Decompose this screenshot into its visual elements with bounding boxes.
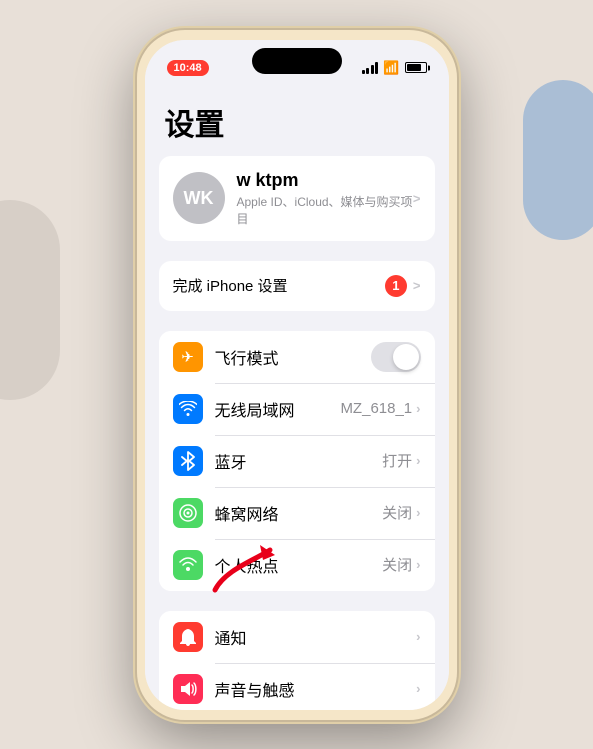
toggle-knob <box>393 344 419 370</box>
connectivity-section: ✈ 飞行模式 <box>145 331 449 591</box>
airplane-mode-row[interactable]: ✈ 飞行模式 <box>159 331 435 383</box>
notifications-icon-wrap <box>173 622 203 652</box>
cellular-row[interactable]: 蜂窝网络 关闭 › <box>159 487 435 539</box>
system-section: 通知 › 声音与触感 › <box>145 611 449 710</box>
bell-icon <box>179 627 197 647</box>
airplane-icon-wrap: ✈ <box>173 342 203 372</box>
bluetooth-value: 打开 <box>382 450 412 471</box>
bg-decoration-left <box>0 200 60 400</box>
sound-label: 声音与触感 <box>215 677 417 701</box>
avatar: WK <box>173 172 225 224</box>
cellular-chevron: › <box>416 505 420 520</box>
setup-row[interactable]: 完成 iPhone 设置 1 > <box>159 261 435 311</box>
dynamic-island <box>252 48 342 74</box>
status-bar: 10:48 📶 <box>145 40 449 84</box>
wifi-value: MZ_618_1 <box>340 400 412 417</box>
profile-row[interactable]: WK w ktpm Apple ID、iCloud、媒体与购买项目 > <box>159 156 435 241</box>
cellular-label: 蜂窝网络 <box>215 501 383 525</box>
status-time: 10:48 <box>167 60 209 76</box>
wifi-icon-wrap <box>173 394 203 424</box>
page-title: 设置 <box>145 84 449 156</box>
bg-decoration-right <box>523 80 593 240</box>
bluetooth-row[interactable]: 蓝牙 打开 › <box>159 435 435 487</box>
sound-icon-wrap <box>173 674 203 704</box>
bluetooth-chevron: › <box>416 453 420 468</box>
setup-label: 完成 iPhone 设置 <box>173 275 385 296</box>
sound-chevron: › <box>416 681 420 696</box>
signal-icon <box>362 62 379 74</box>
hotspot-row[interactable]: 个人热点 关闭 › <box>159 539 435 591</box>
wifi-chevron: › <box>416 401 420 416</box>
bluetooth-icon-wrap <box>173 446 203 476</box>
setup-chevron: > <box>413 278 421 293</box>
connectivity-card: ✈ 飞行模式 <box>159 331 435 591</box>
airplane-icon: ✈ <box>181 348 194 366</box>
hotspot-value: 关闭 <box>382 554 412 575</box>
setup-badge: 1 <box>385 275 407 297</box>
notifications-row[interactable]: 通知 › <box>159 611 435 663</box>
hotspot-icon-wrap <box>173 550 203 580</box>
wifi-row[interactable]: 无线局域网 MZ_618_1 › <box>159 383 435 435</box>
cellular-icon <box>178 503 198 523</box>
hotspot-label: 个人热点 <box>215 553 383 577</box>
status-icons: 📶 <box>362 60 427 76</box>
profile-chevron: > <box>413 191 421 206</box>
cellular-icon-wrap <box>173 498 203 528</box>
wifi-icon: 📶 <box>383 60 399 76</box>
airplane-toggle[interactable] <box>371 342 421 372</box>
sound-icon <box>178 679 198 699</box>
airplane-label: 飞行模式 <box>215 345 371 369</box>
notifications-label: 通知 <box>215 625 417 649</box>
profile-subtitle: Apple ID、iCloud、媒体与购买项目 <box>237 193 413 227</box>
settings-content[interactable]: 设置 WK w ktpm Apple ID、iCloud、媒体与购买项目 > 完… <box>145 84 449 710</box>
cellular-value: 关闭 <box>382 502 412 523</box>
bluetooth-icon <box>181 451 195 471</box>
battery-icon <box>405 62 427 73</box>
phone-screen: 10:48 📶 设置 WK <box>145 40 449 710</box>
bluetooth-label: 蓝牙 <box>215 449 383 473</box>
notifications-chevron: › <box>416 629 420 644</box>
wifi-symbol <box>179 401 197 417</box>
phone-shell: 10:48 📶 设置 WK <box>137 30 457 720</box>
sound-row[interactable]: 声音与触感 › <box>159 663 435 710</box>
wifi-label: 无线局域网 <box>215 397 341 421</box>
hotspot-chevron: › <box>416 557 420 572</box>
profile-info: w ktpm Apple ID、iCloud、媒体与购买项目 <box>237 170 413 227</box>
hotspot-icon <box>178 555 198 575</box>
system-card: 通知 › 声音与触感 › <box>159 611 435 710</box>
profile-name: w ktpm <box>237 170 413 191</box>
